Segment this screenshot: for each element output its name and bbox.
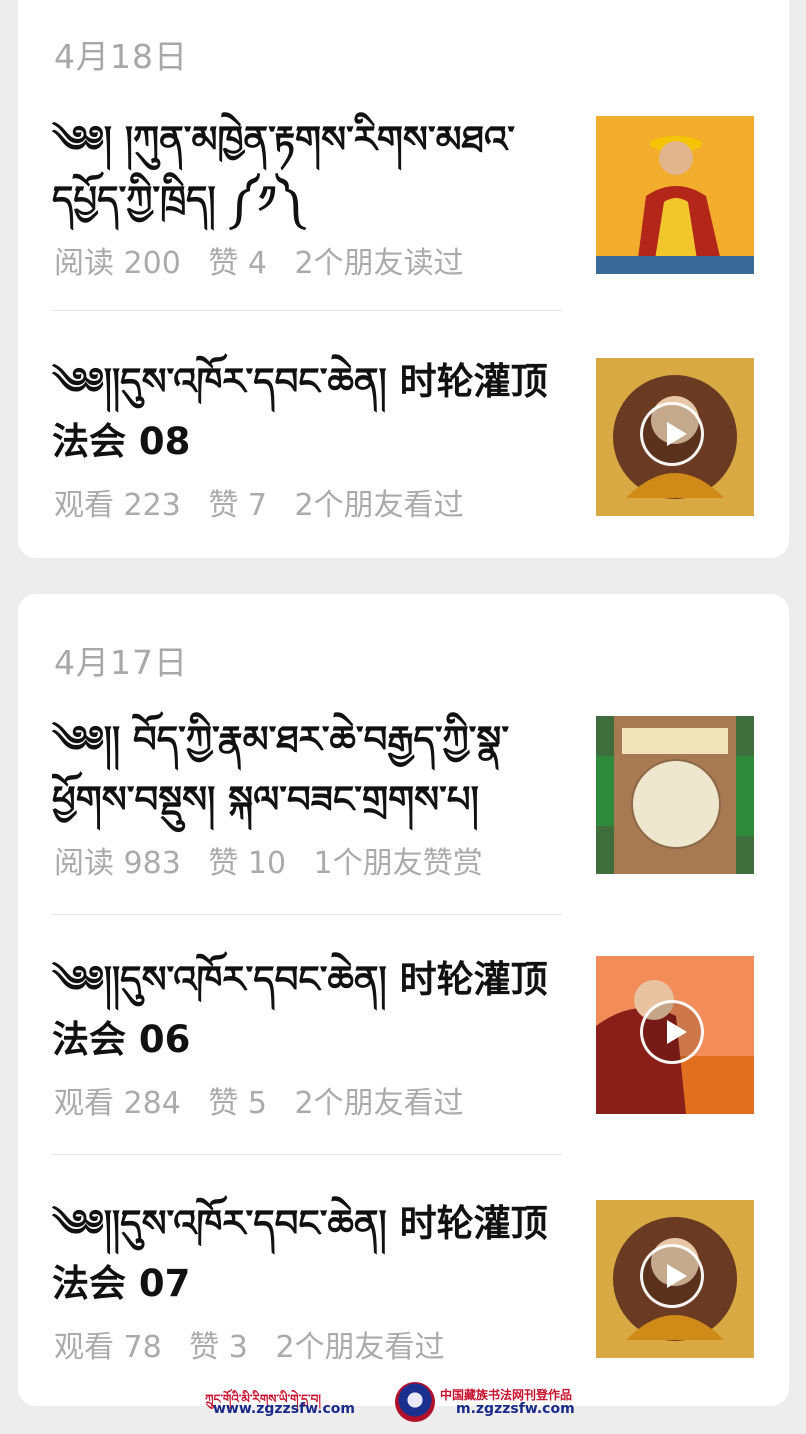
group-date: 4月17日: [54, 643, 188, 682]
video-thumbnail[interactable]: [596, 358, 754, 516]
play-icon[interactable]: [640, 402, 704, 466]
book-cover-thumbnail: [596, 716, 754, 874]
friends-watched: 2个朋友看过: [294, 488, 464, 523]
group-date: 4月18日: [54, 37, 188, 76]
view-count: 观看 223: [54, 488, 181, 523]
friends-reward: 1个朋友赞赏: [313, 846, 483, 881]
article-title: ༄༅།། བོད་ཀྱི་རྣམ་ཐར་ཆེ་བརྒྱད་ཀྱི་སྣ་ཕྱོག…: [52, 718, 510, 821]
video-thumbnail[interactable]: [596, 1200, 754, 1358]
video-thumbnail[interactable]: [596, 956, 754, 1114]
friends-watched: 2个朋友看过: [294, 1086, 464, 1121]
article-meta: 阅读 983 赞 10 1个朋友赞赏: [54, 838, 501, 882]
video-item[interactable]: ༄༅།།དུས་འཁོར་དབང་ཆེན། 时轮灌顶法会 08 观看 223 赞…: [18, 352, 789, 592]
video-title: ༄༅།།དུས་འཁོར་དབང་ཆེན། 时轮灌顶法会 06: [52, 958, 548, 1061]
view-count: 观看 284: [54, 1086, 181, 1121]
article-group-card: 4月17日 ༄༅།། བོད་ཀྱི་རྣམ་ཐར་ཆེ་བརྒྱད་ཀྱི་ས…: [18, 594, 789, 1406]
article-item[interactable]: ༄༅། །ཀུན་མཁྱེན་རྟགས་རིགས་མཐའ་དཔྱོད་ཀྱི་ཁ…: [18, 110, 789, 350]
video-meta: 观看 223 赞 7 2个朋友看过: [54, 480, 482, 524]
divider: [52, 310, 562, 311]
friends-watched: 2个朋友看过: [275, 1330, 445, 1365]
play-icon[interactable]: [640, 1000, 704, 1064]
like-count: 赞 10: [208, 846, 287, 881]
like-count: 赞 7: [208, 488, 267, 523]
article-title: ༄༅། །ཀུན་མཁྱེན་རྟགས་རིགས་མཐའ་དཔྱོད་ཀྱི་ཁ…: [52, 118, 516, 221]
portrait-thumbnail: [596, 116, 754, 274]
view-count: 观看 78: [54, 1330, 162, 1365]
friends-read: 2个朋友读过: [294, 246, 464, 281]
like-count: 赞 4: [208, 246, 267, 281]
video-title: ༄༅།།དུས་འཁོར་དབང་ཆེན། 时轮灌顶法会 07: [52, 1202, 548, 1305]
article-meta: 阅读 200 赞 4 2个朋友读过: [54, 238, 482, 282]
like-count: 赞 5: [208, 1086, 267, 1121]
like-count: 赞 3: [189, 1330, 248, 1365]
read-count: 阅读 983: [54, 846, 181, 881]
video-meta: 观看 78 赞 3 2个朋友看过: [54, 1322, 463, 1366]
article-group-card: 4月18日 ༄༅། །ཀུན་མཁྱེན་རྟགས་རིགས་མཐའ་དཔྱོད…: [18, 0, 789, 558]
video-meta: 观看 284 赞 5 2个朋友看过: [54, 1078, 482, 1122]
divider: [52, 1154, 562, 1155]
play-icon[interactable]: [640, 1244, 704, 1308]
video-title: ༄༅།།དུས་འཁོར་དབང་ཆེན། 时轮灌顶法会 08: [52, 360, 548, 463]
divider: [52, 914, 562, 915]
read-count: 阅读 200: [54, 246, 181, 281]
watermark-url-mobile: m.zgzzsfw.com: [456, 1401, 575, 1417]
watermark-logo-icon: [395, 1382, 435, 1422]
watermark-footer: ཀྲུང་གོའི་མི་རིགས་ཡི་གེ་དྲ་བ། 中国藏族书法网刊登作…: [0, 1380, 806, 1422]
watermark-url-www: www.zgzzsfw.com: [213, 1401, 355, 1417]
